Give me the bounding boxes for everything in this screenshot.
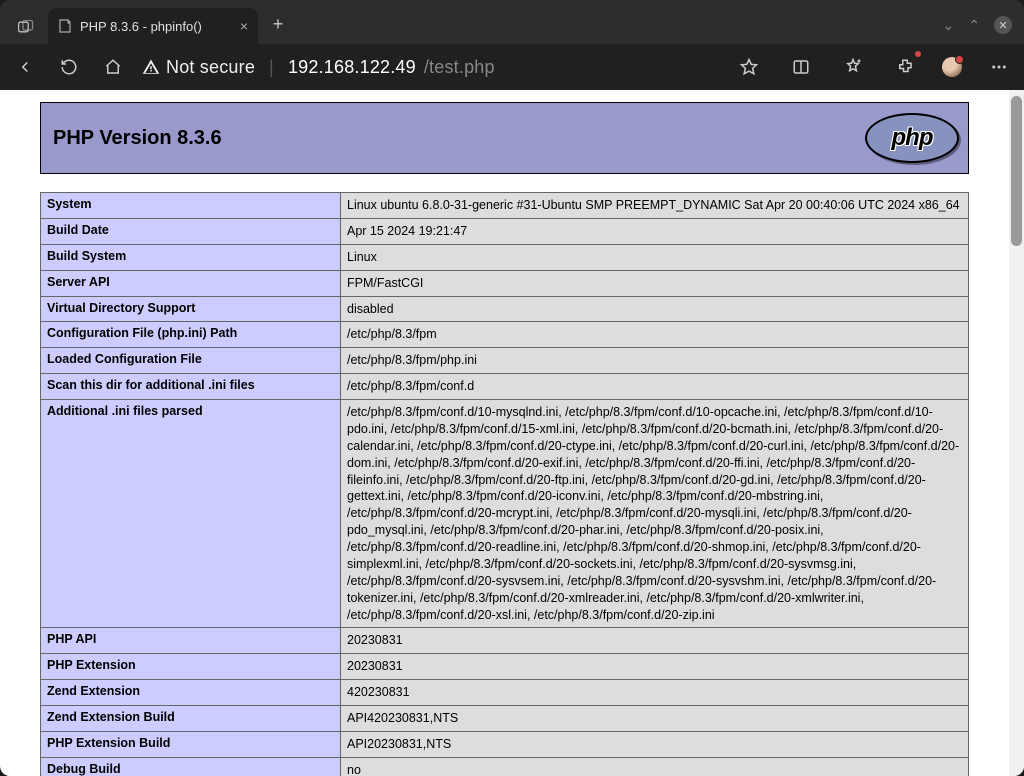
info-value: /etc/php/8.3/fpm/conf.d/10-mysqlnd.ini, … — [341, 400, 969, 628]
table-row: SystemLinux ubuntu 6.8.0-31-generic #31-… — [41, 193, 969, 219]
table-row: PHP Extension20230831 — [41, 654, 969, 680]
scrollbar-thumb[interactable] — [1011, 96, 1022, 246]
info-key: PHP Extension Build — [41, 731, 341, 757]
info-value: FPM/FastCGI — [341, 270, 969, 296]
table-row: Virtual Directory Supportdisabled — [41, 296, 969, 322]
phpinfo-table: SystemLinux ubuntu 6.8.0-31-generic #31-… — [40, 192, 969, 776]
window-titlebar: PHP 8.3.6 - phpinfo() × + ⌄ ⌃ ✕ — [0, 0, 1024, 44]
browser-toolbar: Not secure | 192.168.122.49/test.php — [0, 44, 1024, 90]
table-row: Zend Extension420230831 — [41, 680, 969, 706]
window-controls: ⌄ ⌃ ✕ — [943, 16, 1024, 44]
info-value: /etc/php/8.3/fpm/php.ini — [341, 348, 969, 374]
info-key: Zend Extension Build — [41, 706, 341, 732]
window-maximize-icon[interactable]: ⌃ — [968, 17, 980, 34]
info-key: System — [41, 193, 341, 219]
page-title: PHP Version 8.3.6 — [53, 127, 222, 150]
info-value: API20230831,NTS — [341, 731, 969, 757]
not-secure-label: Not secure — [166, 57, 255, 78]
info-key: Debug Build — [41, 757, 341, 776]
address-bar[interactable]: Not secure | 192.168.122.49/test.php — [142, 57, 495, 78]
table-row: Additional .ini files parsed/etc/php/8.3… — [41, 400, 969, 628]
info-value: 20230831 — [341, 628, 969, 654]
info-key: Scan this dir for additional .ini files — [41, 374, 341, 400]
url-host: 192.168.122.49 — [288, 57, 416, 78]
window-minimize-icon[interactable]: ⌄ — [943, 17, 955, 34]
table-row: Scan this dir for additional .ini files/… — [41, 374, 969, 400]
table-row: Debug Buildno — [41, 757, 969, 776]
tab-overview-icon[interactable] — [8, 20, 44, 44]
php-logo[interactable]: php — [862, 111, 962, 165]
phpinfo-header: PHP Version 8.3.6 php — [40, 102, 969, 174]
tab-favicon-icon — [58, 19, 72, 33]
page-viewport: PHP Version 8.3.6 php SystemLinux ubuntu… — [0, 90, 1024, 776]
info-value: no — [341, 757, 969, 776]
table-row: Build SystemLinux — [41, 244, 969, 270]
browser-tab[interactable]: PHP 8.3.6 - phpinfo() × — [48, 8, 258, 44]
add-bookmark-button[interactable] — [838, 52, 868, 82]
tab-title: PHP 8.3.6 - phpinfo() — [80, 19, 202, 34]
info-value: /etc/php/8.3/fpm — [341, 322, 969, 348]
home-button[interactable] — [98, 52, 128, 82]
table-row: Zend Extension BuildAPI420230831,NTS — [41, 706, 969, 732]
tab-close-button[interactable]: × — [240, 19, 248, 33]
more-menu-button[interactable] — [984, 52, 1014, 82]
bookmark-button[interactable] — [734, 52, 764, 82]
reload-button[interactable] — [54, 52, 84, 82]
info-value: API420230831,NTS — [341, 706, 969, 732]
table-row: Loaded Configuration File/etc/php/8.3/fp… — [41, 348, 969, 374]
vertical-scrollbar[interactable] — [1009, 90, 1024, 776]
info-value: Linux — [341, 244, 969, 270]
info-key: Server API — [41, 270, 341, 296]
info-key: Zend Extension — [41, 680, 341, 706]
back-button[interactable] — [10, 52, 40, 82]
profile-avatar[interactable] — [942, 57, 962, 77]
table-row: PHP API20230831 — [41, 628, 969, 654]
info-value: 420230831 — [341, 680, 969, 706]
window-close-button[interactable]: ✕ — [994, 16, 1012, 34]
info-key: PHP API — [41, 628, 341, 654]
address-separator: | — [263, 57, 280, 78]
table-row: Configuration File (php.ini) Path/etc/ph… — [41, 322, 969, 348]
info-key: Build System — [41, 244, 341, 270]
info-key: Build Date — [41, 218, 341, 244]
info-key: Loaded Configuration File — [41, 348, 341, 374]
reading-list-button[interactable] — [786, 52, 816, 82]
info-value: /etc/php/8.3/fpm/conf.d — [341, 374, 969, 400]
table-row: Server APIFPM/FastCGI — [41, 270, 969, 296]
not-secure-indicator[interactable]: Not secure — [142, 57, 255, 78]
new-tab-button[interactable]: + — [262, 8, 294, 40]
info-value: 20230831 — [341, 654, 969, 680]
info-value: Apr 15 2024 19:21:47 — [341, 218, 969, 244]
info-key: Configuration File (php.ini) Path — [41, 322, 341, 348]
page-content: PHP Version 8.3.6 php SystemLinux ubuntu… — [0, 90, 1009, 776]
info-key: Virtual Directory Support — [41, 296, 341, 322]
url-path: /test.php — [424, 57, 495, 78]
info-key: Additional .ini files parsed — [41, 400, 341, 628]
info-value: disabled — [341, 296, 969, 322]
extensions-button[interactable] — [890, 52, 920, 82]
table-row: Build DateApr 15 2024 19:21:47 — [41, 218, 969, 244]
warning-icon — [142, 58, 160, 76]
info-key: PHP Extension — [41, 654, 341, 680]
php-logo-text: php — [892, 124, 933, 152]
table-row: PHP Extension BuildAPI20230831,NTS — [41, 731, 969, 757]
info-value: Linux ubuntu 6.8.0-31-generic #31-Ubuntu… — [341, 193, 969, 219]
